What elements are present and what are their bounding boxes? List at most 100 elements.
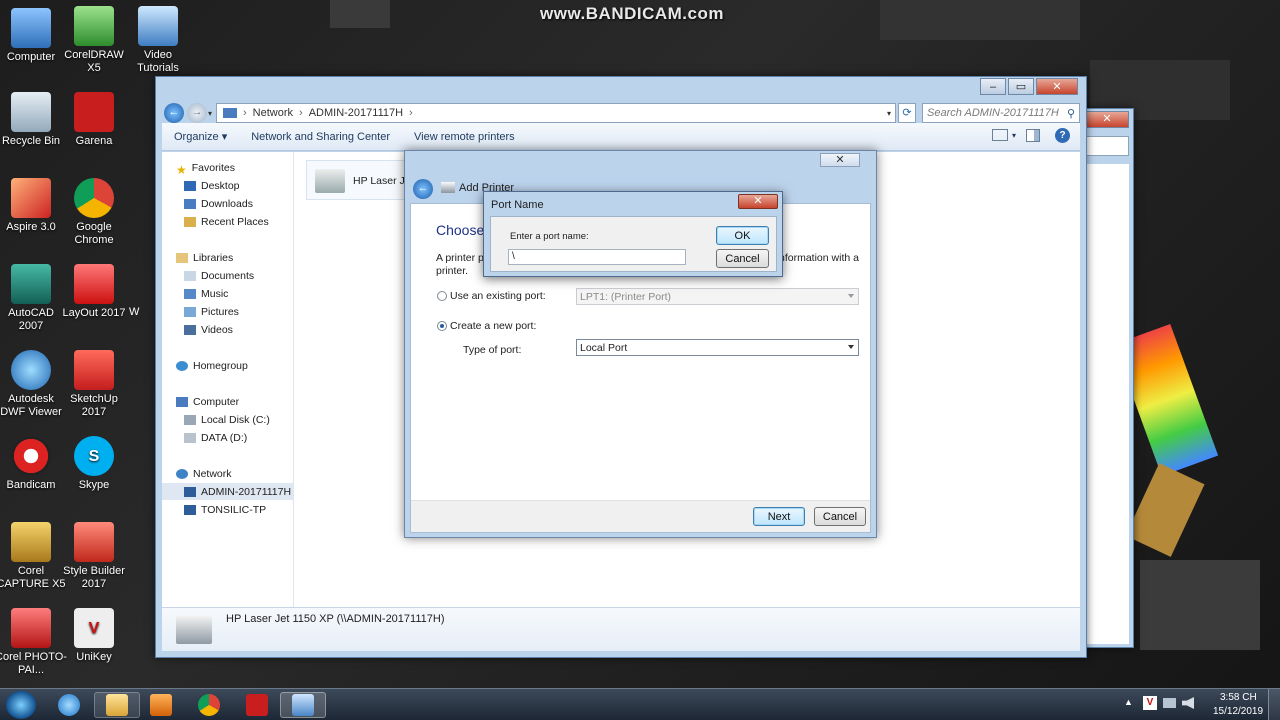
clock-time[interactable]: 3:58 CH <box>1220 692 1257 703</box>
chrome-icon <box>198 694 220 716</box>
clock-date[interactable]: 15/12/2019 <box>1213 706 1263 717</box>
taskbar-chrome[interactable] <box>186 692 232 718</box>
desktop-icon-skype[interactable]: S Skype <box>58 436 130 492</box>
taskbar-devices-printers[interactable] <box>280 692 326 718</box>
desktop-icon-recycle-bin[interactable]: Recycle Bin <box>0 92 67 148</box>
ok-button[interactable]: OK <box>716 226 769 245</box>
desktop-icon-video-tutorials[interactable]: Video Tutorials <box>122 6 194 75</box>
bandicam-watermark: www.BANDICAM.com <box>540 4 724 23</box>
nav-videos[interactable]: Videos <box>184 324 233 336</box>
dropdown-arrow-icon <box>848 345 854 349</box>
printer-icon <box>315 169 345 193</box>
start-button[interactable] <box>6 691 36 719</box>
nav-computer[interactable]: Computer <box>176 396 239 408</box>
taskbar-explorer[interactable] <box>94 692 140 718</box>
wizard-close-button[interactable]: ✕ <box>820 153 860 167</box>
desktop-icon-coreldraw[interactable]: CorelDRAW X5 <box>58 6 130 75</box>
nav-favorites[interactable]: ★ Favorites <box>176 162 235 177</box>
next-button[interactable]: Next <box>753 507 805 526</box>
nav-label: Network <box>193 468 232 480</box>
show-desktop-button[interactable] <box>1268 689 1280 720</box>
nav-documents[interactable]: Documents <box>184 270 254 282</box>
create-new-port-radio[interactable] <box>437 321 447 331</box>
homegroup-icon <box>176 361 188 371</box>
dropdown-arrow-icon <box>848 294 854 298</box>
nav-recent-places[interactable]: Recent Places <box>184 216 269 228</box>
desktop-icon-label: Computer <box>6 51 56 63</box>
desktop-icon-bandicam[interactable]: Bandicam <box>0 436 67 492</box>
taskbar-media-player[interactable] <box>138 692 184 718</box>
nav-desktop[interactable]: Desktop <box>184 180 240 192</box>
corel-capture-icon <box>11 522 51 562</box>
background-window-search[interactable] <box>1083 136 1129 156</box>
garena-icon <box>74 92 114 132</box>
desktop-icon-aspire[interactable]: Aspire 3.0 <box>0 178 67 234</box>
nav-data-drive[interactable]: DATA (D:) <box>184 432 247 444</box>
wizard-cancel-button[interactable]: Cancel <box>814 507 866 526</box>
port-dialog-title: Port Name <box>491 199 544 211</box>
taskbar-ie[interactable] <box>46 692 92 718</box>
nav-label: Pictures <box>201 306 239 318</box>
desktop-icon-label: Google Chrome <box>74 221 114 246</box>
desktop-icon-label: Recycle Bin <box>1 135 61 147</box>
type-of-port-dropdown[interactable]: Local Port <box>576 339 859 356</box>
nav-network[interactable]: Network <box>176 468 232 480</box>
desktop-icon-dwf-viewer[interactable]: Autodesk DWF Viewer <box>0 350 67 419</box>
nav-homegroup[interactable]: Homegroup <box>176 360 248 372</box>
desktop-icon-layout[interactable]: LayOut 2017 <box>58 264 130 320</box>
desktop-icon-label: SketchUp 2017 <box>70 393 118 418</box>
desktop-icon-autocad[interactable]: AutoCAD 2007 <box>0 264 67 333</box>
background-window-content <box>1083 164 1129 644</box>
folder-icon <box>106 694 128 716</box>
printer-small-icon <box>441 182 455 193</box>
desktop-icon-unikey[interactable]: V UniKey <box>58 608 130 664</box>
view-options-icon[interactable] <box>992 129 1008 141</box>
nav-label: Homegroup <box>193 360 248 372</box>
nav-music[interactable]: Music <box>184 288 228 300</box>
existing-port-dropdown[interactable]: LPT1: (Printer Port) <box>576 288 859 305</box>
unikey-tray-icon[interactable]: V <box>1143 696 1157 710</box>
port-dialog-cancel-button[interactable]: Cancel <box>716 249 769 268</box>
organize-button[interactable]: Organize ▾ <box>174 130 227 143</box>
preview-pane-icon[interactable] <box>1026 129 1040 142</box>
view-remote-printers-button[interactable]: View remote printers <box>414 131 515 143</box>
view-chevron-icon[interactable]: ▾ <box>1012 131 1016 140</box>
network-sharing-button[interactable]: Network and Sharing Center <box>251 131 390 143</box>
existing-port-value: LPT1: (Printer Port) <box>580 290 672 303</box>
network-tray-icon[interactable] <box>1163 698 1176 708</box>
nav-downloads[interactable]: Downloads <box>184 198 253 210</box>
port-dialog-close-button[interactable]: ✕ <box>738 194 778 209</box>
desktop-icon-chrome[interactable]: Google Chrome <box>58 178 130 247</box>
use-existing-port-radio[interactable] <box>437 291 447 301</box>
desktop-icon-computer[interactable]: Computer <box>0 8 67 64</box>
nav-admin-20171117h[interactable]: ADMIN-20171117H <box>184 486 291 498</box>
desktop-icon-corel-capture[interactable]: Corel CAPTURE X5 <box>0 522 67 591</box>
background-window[interactable]: ✕ <box>1080 108 1134 648</box>
port-name-dialog[interactable]: Port Name ✕ Enter a port name: \ OK Canc… <box>483 191 783 277</box>
computer-small-icon <box>176 397 188 407</box>
nav-local-disk[interactable]: Local Disk (C:) <box>184 414 270 426</box>
volume-tray-icon[interactable] <box>1182 697 1194 709</box>
close-icon[interactable]: ✕ <box>1085 111 1129 128</box>
internet-explorer-icon <box>58 694 80 716</box>
printer-item[interactable]: HP Laser Jet <box>306 160 416 200</box>
taskbar-garena[interactable] <box>234 692 280 718</box>
nav-tonsilic-tp[interactable]: TONSILIC-TP <box>184 504 266 516</box>
port-name-input[interactable]: \ <box>508 249 686 265</box>
nav-pictures[interactable]: Pictures <box>184 306 239 318</box>
printer-large-icon <box>176 616 212 644</box>
nav-libraries[interactable]: Libraries <box>176 252 233 264</box>
help-icon[interactable]: ? <box>1055 128 1070 143</box>
desktop-icon-sketchup[interactable]: SketchUp 2017 <box>58 350 130 419</box>
wizard-back-arrow-icon[interactable]: ← <box>413 179 433 199</box>
desktop-icon-label: Bandicam <box>6 479 56 491</box>
use-existing-port-label[interactable]: Use an existing port: <box>450 290 546 302</box>
nav-label: Videos <box>201 324 233 336</box>
create-new-port-label[interactable]: Create a new port: <box>450 320 536 332</box>
nav-label: Documents <box>201 270 255 282</box>
libraries-icon <box>176 253 188 263</box>
desktop-icon-style-builder[interactable]: Style Builder 2017 <box>58 522 130 591</box>
desktop-icon-garena[interactable]: Garena <box>58 92 130 148</box>
desktop-icon-corel-photo-paint[interactable]: Corel PHOTO-PAI... <box>0 608 67 677</box>
show-hidden-icons-icon[interactable]: ▲ <box>1124 697 1133 707</box>
